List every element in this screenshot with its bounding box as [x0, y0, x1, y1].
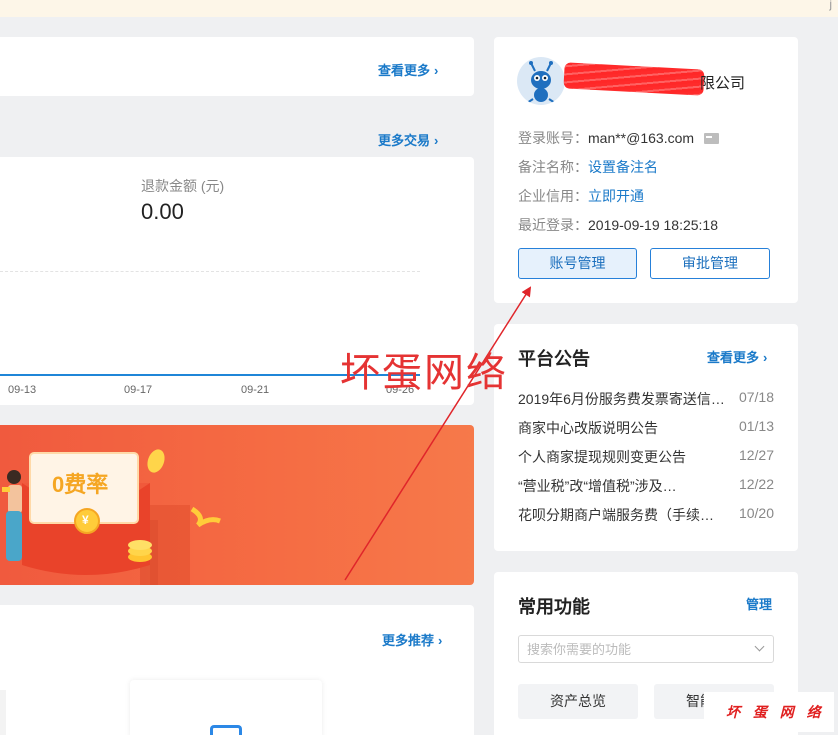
watermark-text: 坏蛋网络 [340, 350, 508, 396]
watermark-text-small: 坏 蛋 网 络 [726, 705, 825, 721]
